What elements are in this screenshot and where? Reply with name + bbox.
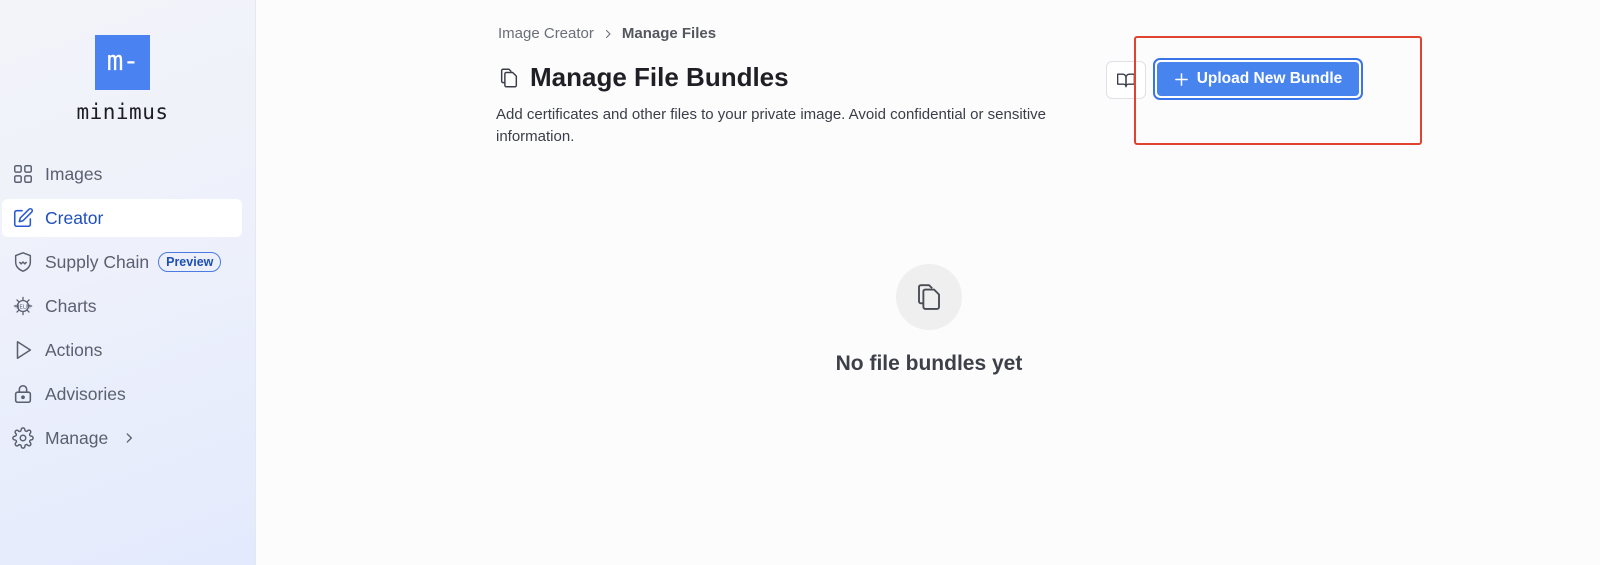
sidebar-item-supply-chain[interactable]: Supply Chain Preview [2,243,242,281]
upload-button-label: Upload New Bundle [1196,70,1343,87]
plus-icon [1174,72,1188,86]
upload-new-bundle-button[interactable]: Upload New Bundle [1153,58,1363,100]
sidebar-item-label: Charts [45,295,97,316]
copy-icon [500,68,518,87]
sidebar-item-label: Supply Chain [45,251,150,272]
edit-icon [11,206,35,230]
page-description: Add certificates and other files to your… [496,106,1047,145]
sidebar-item-charts[interactable]: HELM Charts [2,287,242,325]
breadcrumb-parent[interactable]: Image Creator [498,25,594,42]
breadcrumb-current: Manage Files [621,25,717,42]
breadcrumb: Image Creator Manage Files [498,25,716,42]
gear-icon [11,426,35,450]
sidebar-item-images[interactable]: Images [2,155,242,193]
book-icon [1117,73,1135,88]
sidebar-item-label: Manage [45,427,109,448]
play-icon [11,338,35,362]
sidebar-item-advisories[interactable]: Advisories [2,375,242,413]
helm-icon: HELM [11,294,35,318]
empty-state-icon [896,264,962,330]
lock-icon [11,382,35,406]
copy-icon [918,284,940,310]
empty-state-text: No file bundles yet [835,352,1023,375]
sidebar: m- minimus Images Creator Supply Chain P… [0,0,256,565]
docs-button[interactable] [1106,61,1146,99]
sidebar-item-actions[interactable]: Actions [2,331,242,369]
page-title: Manage File Bundles [530,62,789,92]
sidebar-item-label: Images [45,163,103,184]
shield-icon [11,250,35,274]
sidebar-item-creator[interactable]: Creator [2,199,242,237]
sidebar-item-label: Actions [45,339,103,360]
grid-icon [11,162,35,186]
sidebar-item-label: Advisories [45,383,126,404]
brand-name: minimus [76,100,169,124]
sidebar-item-label: Creator [45,207,104,228]
preview-badge: Preview [158,252,222,272]
page-header: Manage File Bundles [498,62,789,93]
logo[interactable]: m- [95,35,150,90]
chevron-right-icon [122,431,136,445]
chevron-right-icon [602,28,614,40]
sidebar-item-manage[interactable]: Manage [2,419,242,457]
svg-text:HELM: HELM [15,304,31,310]
